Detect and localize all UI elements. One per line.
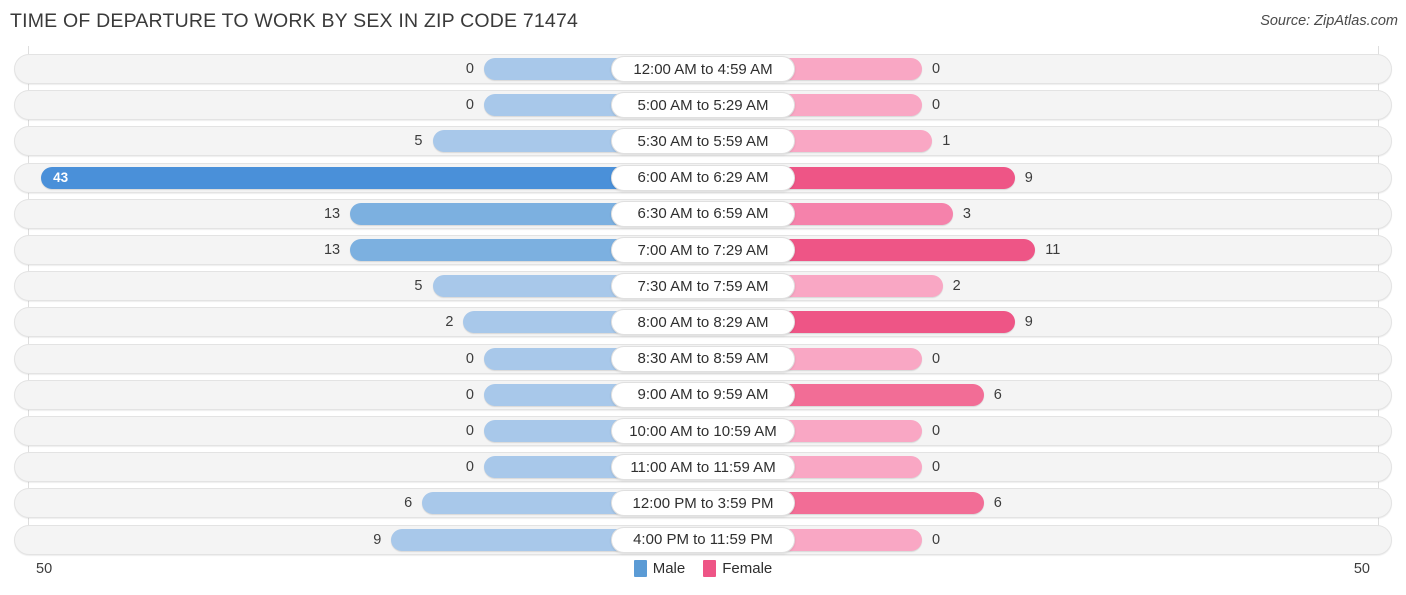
bar-male[interactable] [41, 166, 641, 189]
legend-swatch-male-icon [633, 560, 647, 577]
bar-female[interactable] [765, 492, 984, 515]
bar-male[interactable] [391, 528, 641, 551]
category-label: 6:30 AM to 6:59 AM [637, 205, 769, 223]
category-pill: 7:00 AM to 7:29 AM [611, 237, 795, 263]
value-label-male: 9 [373, 531, 382, 548]
category-label: 7:00 AM to 7:29 AM [637, 241, 769, 259]
bar-female[interactable] [765, 383, 984, 406]
legend-item-female[interactable]: Female [703, 560, 772, 577]
category-label: 10:00 AM to 10:59 AM [629, 422, 777, 440]
chart-footer: 50 50 Male Female [0, 556, 1406, 595]
value-label-male: 2 [445, 314, 454, 331]
diverging-bar-chart: 0 0 12:00 AM to 4:59 AM 0 0 5:00 AM to 5:29 A… [0, 46, 1406, 556]
category-label: 8:30 AM to 8:59 AM [637, 350, 769, 368]
value-label-male: 0 [465, 423, 474, 439]
category-label: 5:00 AM to 5:29 AM [637, 96, 769, 114]
bar-male[interactable] [422, 492, 641, 515]
value-label-female: 6 [993, 495, 1002, 512]
value-label-male: 5 [414, 278, 423, 295]
chart-row: 0 0 12:00 AM to 4:59 AM [14, 54, 1392, 84]
legend-label-male: Male [652, 560, 686, 577]
chart-row: 9 0 4:00 PM to 11:59 PM [14, 524, 1392, 555]
category-label: 11:00 AM to 11:59 AM [630, 458, 776, 476]
value-label-male: 0 [465, 350, 474, 367]
bar-female[interactable] [765, 311, 1015, 334]
chart-row: 0 0 8:30 AM to 8:59 AM [14, 343, 1392, 374]
value-label-female: 0 [932, 350, 941, 367]
category-pill: 7:30 AM to 7:59 AM [611, 273, 795, 300]
legend-item-male[interactable]: Male [633, 560, 686, 577]
category-label: 6:00 AM to 6:29 AM [637, 169, 769, 187]
value-label-male: 0 [465, 61, 474, 77]
category-pill: 12:00 AM to 4:59 AM [611, 56, 795, 82]
chart-row: 13 11 7:00 AM to 7:29 AM [14, 235, 1392, 265]
bar-male[interactable] [432, 275, 641, 298]
source-attribution: Source: ZipAtlas.com [1260, 13, 1398, 29]
chart-row: 0 6 9:00 AM to 9:59 AM [14, 379, 1392, 410]
category-label: 9:00 AM to 9:59 AM [637, 386, 769, 404]
value-label-female: 9 [1024, 169, 1033, 186]
chart-row: 0 0 11:00 AM to 11:59 AM [14, 452, 1392, 483]
chart-row: 13 3 6:30 AM to 6:59 AM [14, 198, 1392, 229]
category-label: 5:30 AM to 5:59 AM [637, 132, 769, 150]
value-label-female: 1 [942, 133, 951, 150]
category-pill: 8:30 AM to 8:59 AM [611, 345, 795, 372]
category-pill: 6:30 AM to 6:59 AM [611, 200, 795, 227]
chart-row: 5 2 7:30 AM to 7:59 AM [14, 271, 1392, 302]
page-title: TIME OF DEPARTURE TO WORK BY SEX IN ZIP … [10, 10, 579, 32]
legend-label-female: Female [722, 560, 773, 577]
category-pill: 9:00 AM to 9:59 AM [611, 381, 795, 408]
bar-male[interactable] [432, 130, 641, 153]
chart-legend: Male Female [0, 560, 1406, 577]
bar-male[interactable] [350, 202, 641, 225]
category-pill: 11:00 AM to 11:59 AM [611, 454, 795, 481]
chart-row: 43 9 6:00 AM to 6:29 AM [14, 162, 1392, 193]
chart-row: 0 0 5:00 AM to 5:29 AM [14, 90, 1392, 121]
chart-header: TIME OF DEPARTURE TO WORK BY SEX IN ZIP … [0, 0, 1406, 46]
value-label-male: 0 [465, 97, 474, 114]
category-pill: 10:00 AM to 10:59 AM [611, 418, 795, 444]
chart-row: 5 1 5:30 AM to 5:59 AM [14, 126, 1392, 157]
bar-female[interactable] [765, 239, 1036, 261]
value-label-female: 0 [932, 459, 941, 476]
category-pill: 12:00 PM to 3:59 PM [611, 490, 795, 517]
value-label-female: 3 [962, 205, 971, 222]
value-label-male: 43 [53, 169, 69, 185]
value-label-female: 9 [1024, 314, 1033, 331]
value-label-male: 5 [414, 133, 423, 150]
value-label-male: 13 [323, 242, 341, 258]
category-pill: 6:00 AM to 6:29 AM [611, 164, 795, 191]
value-label-female: 0 [932, 531, 941, 548]
bar-male[interactable] [350, 239, 641, 261]
chart-row: 6 6 12:00 PM to 3:59 PM [14, 488, 1392, 519]
value-label-female: 0 [932, 61, 941, 77]
category-pill: 5:30 AM to 5:59 AM [611, 128, 795, 155]
value-label-female: 0 [932, 423, 941, 439]
value-label-male: 13 [323, 205, 341, 222]
category-pill: 4:00 PM to 11:59 PM [611, 526, 795, 553]
value-label-male: 0 [465, 386, 474, 403]
category-label: 12:00 PM to 3:59 PM [632, 494, 774, 512]
category-label: 8:00 AM to 8:29 AM [637, 313, 769, 331]
category-pill: 5:00 AM to 5:29 AM [611, 92, 795, 119]
value-label-male: 6 [404, 495, 413, 512]
value-label-female: 11 [1045, 242, 1061, 258]
chart-row: 0 0 10:00 AM to 10:59 AM [14, 416, 1392, 446]
category-label: 4:00 PM to 11:59 PM [633, 531, 773, 549]
category-pill: 8:00 AM to 8:29 AM [611, 309, 795, 336]
legend-swatch-female-icon [703, 560, 717, 577]
category-label: 12:00 AM to 4:59 AM [633, 60, 773, 78]
value-label-female: 2 [952, 278, 961, 295]
value-label-female: 6 [993, 386, 1002, 403]
bar-female[interactable] [765, 166, 1015, 189]
value-label-female: 0 [932, 97, 941, 114]
value-label-male: 0 [465, 459, 474, 476]
category-label: 7:30 AM to 7:59 AM [637, 277, 769, 295]
chart-row: 2 9 8:00 AM to 8:29 AM [14, 307, 1392, 338]
